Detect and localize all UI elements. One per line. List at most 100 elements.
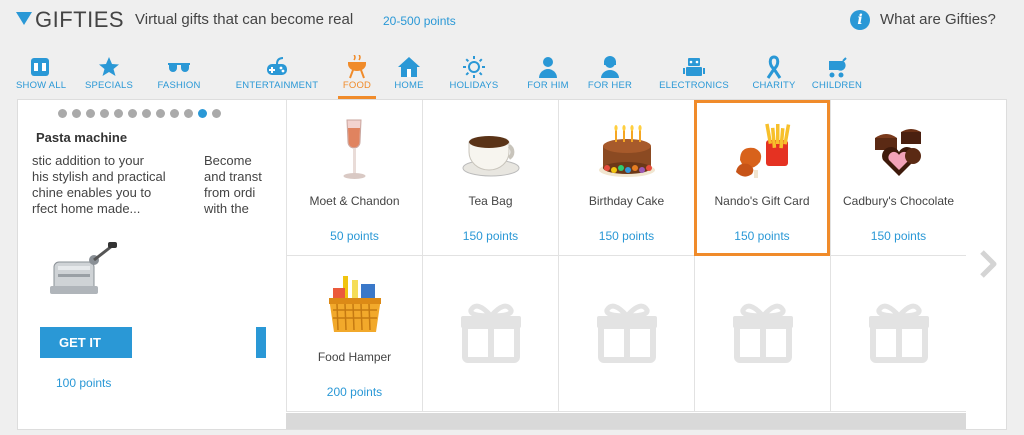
- category-label: ENTERTAINMENT: [235, 80, 319, 91]
- category-for-her[interactable]: FOR HER: [581, 52, 639, 99]
- gift-name: Moet & Chandon: [309, 194, 400, 208]
- carousel-dot[interactable]: [198, 109, 207, 118]
- gift-box-icon: [733, 303, 793, 363]
- category-electronics[interactable]: ELECTRONICS: [648, 52, 740, 99]
- featured-desc-line: stic addition to your: [32, 153, 145, 168]
- chicken-fries-icon: [736, 123, 791, 178]
- gift-box-icon: [597, 303, 657, 363]
- next-featured-description: Become and transt from ordi with the: [204, 153, 284, 217]
- featured-desc-line: chine enables you to: [32, 185, 152, 200]
- get-it-button[interactable]: GET IT: [40, 327, 132, 358]
- gift-points: 150 points: [870, 229, 927, 243]
- category-label: FOOD: [342, 80, 372, 91]
- pasta-machine-icon: [50, 242, 117, 294]
- category-label: SPECIALS: [84, 80, 134, 91]
- category-food[interactable]: FOOD: [338, 52, 376, 99]
- next-get-it-button[interactable]: [256, 327, 266, 358]
- carousel-dot[interactable]: [212, 109, 221, 118]
- man-icon: [539, 57, 557, 78]
- carousel-dot[interactable]: [156, 109, 165, 118]
- hamper-basket-icon: [329, 276, 381, 332]
- category-for-him[interactable]: FOR HIM: [516, 52, 580, 99]
- carousel-dot[interactable]: [170, 109, 179, 118]
- carousel-dot[interactable]: [86, 109, 95, 118]
- star-icon: [99, 57, 119, 76]
- gifts-panel: Pasta machine stic addition to your his …: [17, 99, 1007, 430]
- show-all-icon: [31, 58, 49, 76]
- featured-desc-line: his stylish and practical: [32, 169, 166, 184]
- gift-points: 50 points: [330, 229, 379, 243]
- next-arrow-icon[interactable]: [976, 250, 1000, 278]
- category-label: FOR HER: [587, 80, 633, 91]
- category-bar: SHOW ALL SPECIALS FASHION ENTERTAINMENT FOOD…: [16, 44, 1006, 99]
- category-label: HOME: [394, 80, 424, 91]
- gift-grid: Moet & Chandon 50 points Tea Bag 150 points…: [286, 100, 966, 413]
- carousel-dot[interactable]: [114, 109, 123, 118]
- collapse-caret-icon[interactable]: [16, 12, 32, 25]
- what-are-gifties-link[interactable]: What are Gifties?: [880, 11, 996, 28]
- category-label: HOLIDAYS: [449, 80, 499, 91]
- category-label: SHOW ALL: [16, 80, 67, 91]
- stroller-icon: [829, 57, 847, 78]
- gift-name: Birthday Cake: [588, 194, 665, 208]
- gift-card[interactable]: Food Hamper 200 points: [286, 256, 422, 412]
- gift-name: Nando's Gift Card: [714, 194, 810, 208]
- chocolates-icon: [875, 129, 921, 176]
- carousel-dot[interactable]: [100, 109, 109, 118]
- gift-card[interactable]: Cadbury's Chocolate 150 points: [830, 100, 966, 256]
- gift-points: 200 points: [326, 385, 383, 399]
- empty-gift-slot: [558, 256, 694, 412]
- page-subtitle: Virtual gifts that can become real: [135, 11, 354, 28]
- carousel-dot[interactable]: [142, 109, 151, 118]
- gift-points: 150 points: [462, 229, 519, 243]
- category-label: FOR HIM: [527, 80, 569, 91]
- gift-card[interactable]: Moet & Chandon 50 points: [286, 100, 422, 256]
- category-entertainment[interactable]: ENTERTAINMENT: [226, 52, 328, 99]
- category-label: CHILDREN: [811, 80, 863, 91]
- category-label: CHARITY: [752, 80, 796, 91]
- robot-icon: [683, 58, 705, 76]
- gift-name: Cadbury's Chocolate: [842, 194, 955, 208]
- category-fashion[interactable]: FASHION: [149, 52, 209, 99]
- category-children[interactable]: CHILDREN: [806, 52, 868, 99]
- gift-points: 150 points: [734, 229, 790, 243]
- category-label: ELECTRONICS: [659, 80, 729, 91]
- gift-card[interactable]: Nando's Gift Card 150 points: [694, 100, 830, 256]
- gift-card[interactable]: Tea Bag 150 points: [422, 100, 558, 256]
- gift-card[interactable]: Birthday Cake 150 points: [558, 100, 694, 256]
- next-desc-line: Become: [204, 153, 252, 168]
- featured-gift: Pasta machine stic addition to your his …: [18, 100, 286, 429]
- points-range: 20-500 points: [383, 14, 456, 28]
- category-show-all[interactable]: SHOW ALL: [16, 52, 67, 99]
- category-home[interactable]: HOME: [386, 52, 432, 99]
- gift-box-icon: [461, 303, 521, 363]
- sunglasses-icon: [168, 63, 190, 72]
- next-desc-line: and transt: [204, 169, 262, 184]
- gift-points: 150 points: [598, 229, 655, 243]
- next-desc-line: from ordi: [204, 185, 256, 200]
- header: GIFTIES Virtual gifts that can become re…: [0, 0, 1024, 44]
- category-holidays[interactable]: HOLIDAYS: [442, 52, 506, 99]
- carousel-dot[interactable]: [184, 109, 193, 118]
- carousel-dot[interactable]: [72, 109, 81, 118]
- featured-desc-line: rfect home made...: [32, 201, 141, 216]
- empty-gift-slot: [830, 256, 966, 412]
- category-charity[interactable]: CHARITY: [751, 52, 797, 99]
- info-icon[interactable]: i: [850, 10, 870, 30]
- empty-gift-slot: [694, 256, 830, 412]
- page-title: GIFTIES: [35, 7, 125, 32]
- ribbon-icon: [766, 55, 782, 79]
- next-desc-line: with the: [204, 201, 249, 216]
- featured-title: Pasta machine: [36, 130, 128, 145]
- champagne-glass-icon: [343, 119, 366, 179]
- carousel-dot[interactable]: [58, 109, 67, 118]
- woman-icon: [601, 56, 619, 78]
- carousel-dot[interactable]: [128, 109, 137, 118]
- gamepad-icon: [267, 57, 287, 75]
- featured-points: 100 points: [56, 376, 112, 390]
- category-specials[interactable]: SPECIALS: [81, 52, 137, 99]
- birthday-cake-icon: [599, 125, 655, 177]
- category-label: FASHION: [157, 80, 201, 91]
- sun-icon: [463, 56, 485, 78]
- horizontal-scrollbar[interactable]: [286, 413, 966, 429]
